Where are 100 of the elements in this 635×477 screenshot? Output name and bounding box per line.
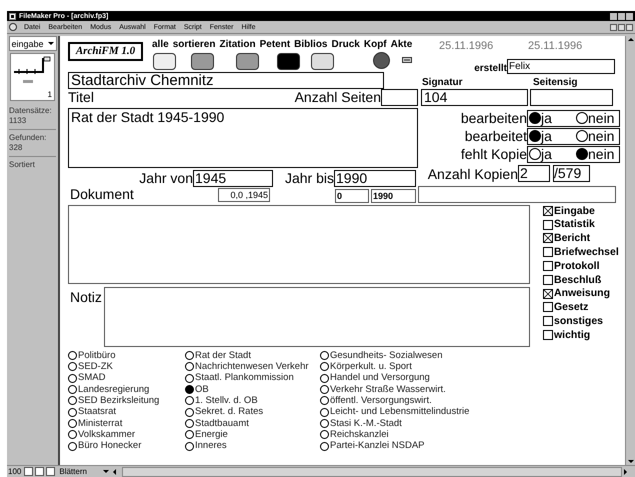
checkbox-label: Bericht (554, 233, 590, 244)
option-label: Staatsrat (78, 407, 116, 417)
script-button[interactable] (236, 53, 259, 70)
radio-button[interactable] (68, 442, 77, 451)
radio-button[interactable] (529, 130, 541, 142)
option-label: Reichskanzlei (330, 430, 389, 440)
script-button[interactable] (311, 53, 334, 70)
round-button[interactable] (373, 52, 390, 69)
radio-button[interactable] (68, 385, 77, 394)
radio-button[interactable] (68, 362, 77, 372)
radio-button[interactable] (320, 418, 329, 428)
radio-button[interactable] (576, 130, 588, 142)
checkbox[interactable] (543, 274, 553, 285)
text-field[interactable] (418, 186, 616, 203)
pages-field[interactable] (381, 89, 418, 106)
radio-button[interactable] (320, 362, 329, 372)
checkbox[interactable] (543, 247, 553, 258)
radio-button[interactable] (576, 112, 588, 124)
document-icon[interactable] (9, 23, 17, 31)
title-field[interactable]: Rat der Stadt 1945-1990 (68, 108, 418, 168)
status-toggle-button[interactable] (46, 467, 56, 476)
dropdown-arrow-icon (103, 470, 110, 473)
radio-button[interactable] (529, 148, 541, 160)
checkbox-label: Protokoll (554, 260, 600, 272)
date-field[interactable]: 0,0 ,1945 (218, 188, 270, 202)
signature-field[interactable]: 104 (421, 89, 528, 106)
option-label: Energie (195, 430, 228, 440)
radio-button[interactable] (185, 430, 194, 440)
checkbox[interactable] (543, 233, 553, 244)
option-label: Büro Honecker (78, 441, 142, 451)
radio-button[interactable] (320, 408, 329, 417)
radio-button[interactable] (68, 408, 77, 417)
page-signature-field[interactable] (530, 89, 613, 106)
option-label: Sekret. d. Rates (195, 407, 264, 417)
archive-field[interactable]: Stadtarchiv Chemnitz (68, 72, 384, 89)
radio-button[interactable] (320, 374, 329, 383)
scroll-left-icon[interactable] (113, 468, 116, 474)
copies-field[interactable]: 2 (518, 165, 550, 182)
script-button[interactable] (153, 53, 176, 70)
script-button[interactable] (191, 53, 214, 70)
checkbox-label: sonstiges (554, 316, 604, 327)
scroll-right-icon[interactable] (624, 468, 627, 474)
book-control[interactable]: 1 (10, 53, 55, 101)
radio-button[interactable] (185, 385, 194, 394)
radio-button[interactable] (185, 374, 194, 383)
checkbox[interactable] (543, 261, 553, 272)
field-label: Seitensig (533, 76, 578, 90)
radio-button[interactable] (68, 430, 77, 440)
button-label: Akte (390, 39, 412, 51)
checkbox-label: Beschluß (554, 274, 602, 286)
radio-button[interactable] (320, 442, 329, 451)
records-label: Datensätze: (9, 106, 53, 116)
radio-button[interactable] (529, 112, 541, 124)
radio-button[interactable] (320, 430, 329, 440)
option-label: ja (541, 146, 552, 162)
checkbox[interactable] (543, 302, 553, 312)
radio-button[interactable] (185, 408, 194, 417)
logo-text: ArchiFM 1.0 (76, 44, 136, 60)
radio-button[interactable] (576, 148, 588, 160)
note-field[interactable] (104, 287, 530, 347)
radio-button[interactable] (185, 362, 194, 372)
radio-button[interactable] (68, 396, 77, 406)
radio-button[interactable] (68, 418, 77, 428)
radio-button[interactable] (185, 396, 194, 406)
print-icon[interactable] (402, 57, 412, 63)
script-button[interactable] (277, 53, 300, 70)
radio-button[interactable] (185, 351, 194, 360)
to-field[interactable]: 1990 (371, 189, 416, 203)
option-label: Leicht- und Lebensmittelindustrie (330, 407, 470, 417)
layout-dropdown[interactable]: eingabe (8, 36, 56, 51)
mode-dropdown[interactable]: Blättern (59, 468, 112, 476)
zoom-in-button[interactable] (35, 467, 44, 476)
checkbox[interactable] (543, 330, 553, 340)
checkbox[interactable] (543, 220, 553, 230)
year-from-field[interactable]: 1945 (193, 170, 273, 187)
checkbox[interactable] (543, 206, 553, 216)
button-label: Zitation (219, 39, 256, 51)
record-number: 1 (48, 90, 52, 100)
radio-button[interactable] (68, 374, 77, 383)
year-to-field[interactable]: 1990 (334, 170, 416, 187)
radio-button[interactable] (320, 351, 329, 360)
zoom-level[interactable]: 100 (7, 468, 22, 476)
document-field[interactable] (68, 205, 530, 284)
horizontal-scrollbar[interactable] (122, 466, 622, 476)
radio-button[interactable] (320, 396, 329, 406)
checkbox[interactable] (543, 288, 553, 299)
zoom-out-button[interactable] (24, 467, 34, 476)
radio-button[interactable] (185, 442, 194, 451)
field-label: Titel (68, 89, 94, 105)
scroll-up-icon[interactable] (628, 38, 634, 41)
radio-button[interactable] (320, 385, 329, 394)
checkbox[interactable] (543, 316, 553, 326)
radio-button[interactable] (68, 351, 77, 360)
found-label: Gefunden: (9, 133, 48, 143)
total-copies-field[interactable]: /579 (553, 165, 590, 182)
creator-field[interactable]: Felix (507, 59, 615, 74)
radio-button[interactable] (185, 418, 194, 428)
vertical-scrollbar[interactable] (625, 36, 635, 465)
from-field[interactable]: 0 (335, 189, 369, 203)
option-label: 1. Stellv. d. OB (195, 396, 258, 406)
